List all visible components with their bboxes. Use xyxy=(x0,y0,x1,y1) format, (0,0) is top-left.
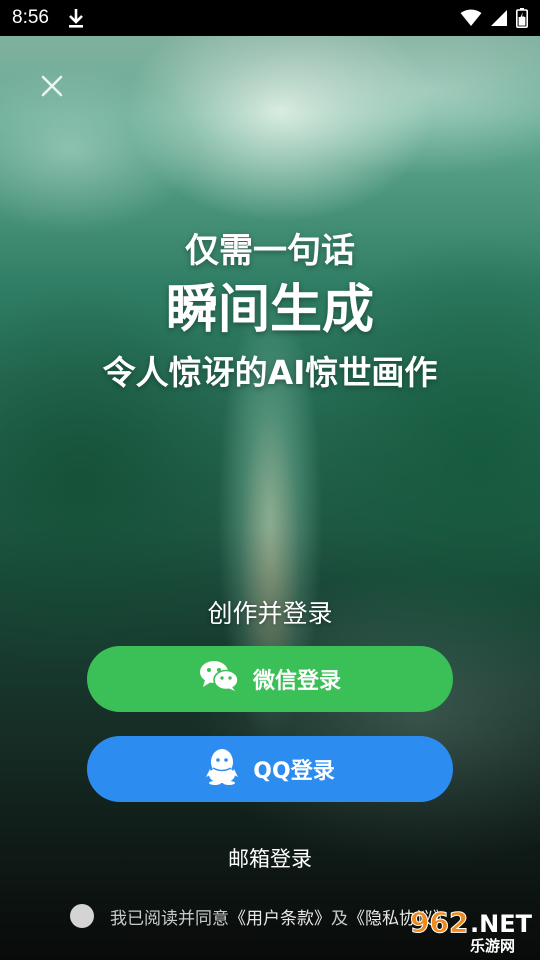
headline-subtitle: 令人惊讶的AI惊世画作 xyxy=(102,353,438,392)
status-time: 8:56 xyxy=(12,7,49,28)
agreement-row: 我已阅读并同意 《用户条款》 及 《隐私协议》 xyxy=(70,902,450,930)
close-icon xyxy=(40,74,64,102)
watermark-number: 962 xyxy=(410,906,468,939)
headline-tagline: 仅需一句话 xyxy=(185,231,355,271)
headline-main: 瞬间生成 xyxy=(165,280,374,340)
background-shade xyxy=(0,0,540,960)
agreement-checkbox[interactable] xyxy=(70,904,94,928)
agreement-prefix: 我已阅读并同意 xyxy=(110,908,229,929)
wechat-login-label: 微信登录 xyxy=(252,669,341,694)
download-icon xyxy=(67,8,85,28)
qq-login-label: QQ登录 xyxy=(253,759,335,784)
watermark-logo: 962 .NET 乐游网 xyxy=(408,902,536,956)
wechat-icon xyxy=(199,660,239,698)
qq-login-button[interactable]: QQ登录 xyxy=(87,736,453,802)
email-login-link[interactable]: 邮箱登录 xyxy=(0,842,540,876)
signal-icon xyxy=(490,9,508,27)
watermark-subtitle: 乐游网 xyxy=(470,937,515,954)
wifi-icon xyxy=(460,9,482,27)
wechat-login-button[interactable]: 微信登录 xyxy=(87,646,453,712)
agreement-and: 及 xyxy=(331,908,348,929)
watermark-suffix: .NET xyxy=(470,910,533,938)
battery-icon xyxy=(516,8,528,28)
user-terms-link[interactable]: 《用户条款》 xyxy=(229,904,331,929)
login-title: 创作并登录 xyxy=(207,599,333,628)
headline: 仅需一句话 瞬间生成 令人惊讶的AI惊世画作 xyxy=(0,226,540,398)
close-button[interactable] xyxy=(36,72,68,104)
qq-icon xyxy=(205,747,239,791)
status-icons xyxy=(460,8,528,28)
status-bar: 8:56 xyxy=(0,0,540,36)
